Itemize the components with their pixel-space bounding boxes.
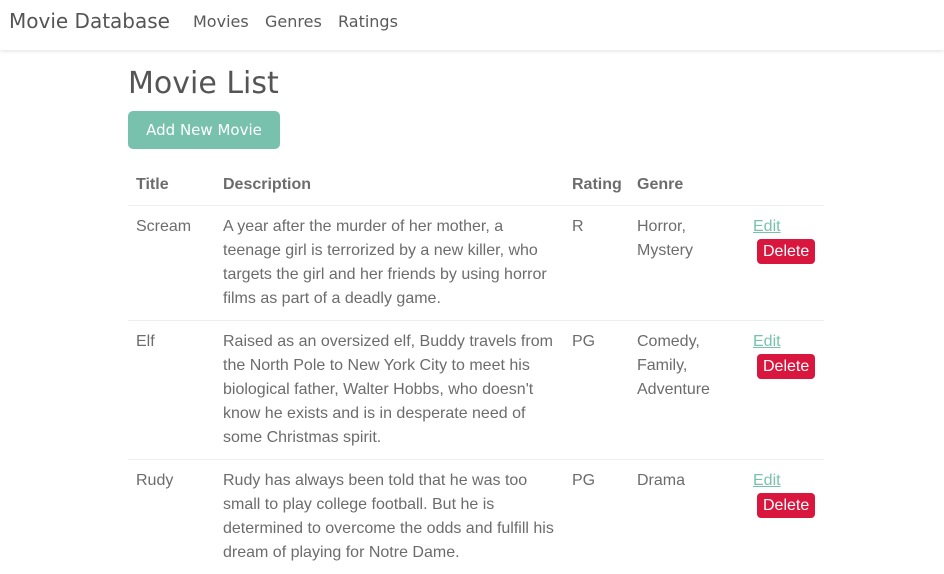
cell-rating: PG [564, 321, 629, 460]
cell-genre: Comedy, Family, Adventure [629, 321, 741, 460]
cell-description: A year after the murder of her mother, a… [215, 206, 564, 321]
cell-title: Scream [128, 206, 215, 321]
edit-link[interactable]: Edit [753, 472, 824, 490]
movie-table: Title Description Rating Genre Scream A … [128, 160, 824, 574]
column-header-genre: Genre [629, 160, 741, 206]
table-row: Elf Raised as an oversized elf, Buddy tr… [128, 321, 824, 460]
cell-description: Rudy has always been told that he was to… [215, 460, 564, 574]
table-body: Scream A year after the murder of her mo… [128, 206, 824, 574]
cell-actions: Edit Delete [741, 206, 824, 321]
header-row: Title Description Rating Genre [128, 160, 824, 206]
delete-button[interactable]: Delete [757, 354, 815, 379]
brand-link[interactable]: Movie Database [9, 9, 170, 33]
cell-title: Rudy [128, 460, 215, 574]
column-header-actions [741, 160, 824, 206]
navbar: Movie Database Movies Genres Ratings [0, 0, 944, 50]
delete-button[interactable]: Delete [757, 239, 815, 264]
cell-actions: Edit Delete [741, 321, 824, 460]
add-new-movie-button[interactable]: Add New Movie [128, 111, 280, 149]
cell-genre: Horror, Mystery [629, 206, 741, 321]
cell-title: Elf [128, 321, 215, 460]
table-header: Title Description Rating Genre [128, 160, 824, 206]
column-header-description: Description [215, 160, 564, 206]
column-header-title: Title [128, 160, 215, 206]
table-row: Scream A year after the murder of her mo… [128, 206, 824, 321]
edit-link[interactable]: Edit [753, 218, 824, 236]
table-row: Rudy Rudy has always been told that he w… [128, 460, 824, 574]
cell-rating: PG [564, 460, 629, 574]
cell-genre: Drama [629, 460, 741, 574]
nav-link-genres[interactable]: Genres [265, 12, 322, 31]
column-header-rating: Rating [564, 160, 629, 206]
page-title: Movie List [128, 66, 279, 101]
nav-link-ratings[interactable]: Ratings [338, 12, 398, 31]
nav-link-movies[interactable]: Movies [193, 12, 249, 31]
edit-link[interactable]: Edit [753, 333, 824, 351]
delete-button[interactable]: Delete [757, 493, 815, 518]
cell-description: Raised as an oversized elf, Buddy travel… [215, 321, 564, 460]
cell-actions: Edit Delete [741, 460, 824, 574]
cell-rating: R [564, 206, 629, 321]
